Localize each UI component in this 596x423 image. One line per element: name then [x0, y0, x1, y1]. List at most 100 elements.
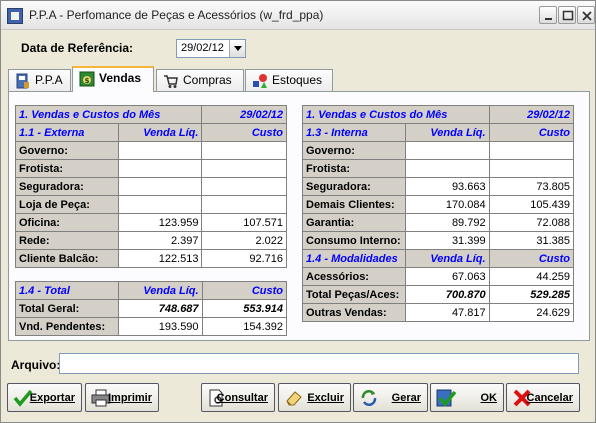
row-label: Cliente Balcão:	[15, 249, 119, 268]
reference-date-label: Data de Referência:	[21, 41, 134, 55]
section-label: 1.4 - Total	[15, 281, 119, 300]
table-row: Total Peças/Aces: 700.870 529.285	[302, 285, 575, 304]
row-label: Frotista:	[302, 159, 406, 178]
title-bar[interactable]: P.P.A - Perfomance de Peças e Acessórios…	[1, 1, 595, 30]
row-label: Demais Clientes:	[302, 195, 406, 214]
close-icon	[582, 11, 592, 21]
cancelar-button[interactable]: Cancelar	[506, 383, 580, 412]
custo-cell: 105.439	[488, 195, 575, 214]
venda-cell	[117, 177, 203, 196]
excluir-label: Excluir	[307, 392, 344, 404]
column-header-venda: Venda Líq.	[404, 249, 490, 268]
table-row: Governo:	[302, 141, 575, 160]
row-label: Consumo Interno:	[302, 231, 406, 250]
svg-text:$: $	[85, 77, 90, 85]
table-row: Governo:	[15, 141, 287, 160]
consultar-label: Consultar	[216, 392, 268, 404]
custo-cell: 72.088	[488, 213, 575, 232]
gerar-button[interactable]: Gerar	[353, 383, 428, 412]
gerar-label: Gerar	[391, 392, 421, 404]
venda-cell: 2.397	[117, 231, 203, 250]
row-label: Outras Vendas:	[302, 303, 406, 322]
column-header-custo: Custo	[488, 123, 575, 142]
refresh-icon	[361, 390, 377, 406]
venda-cell: 89.792	[404, 213, 490, 232]
ppa-icon	[16, 73, 29, 89]
maximize-button[interactable]	[558, 6, 576, 24]
table-row: Outras Vendas: 47.817 24.629	[302, 303, 575, 322]
table-row: Acessórios: 67.063 44.259	[302, 267, 575, 286]
arquivo-label: Arquivo:	[11, 358, 61, 372]
money-bag-icon: $	[79, 71, 95, 87]
row-label: Vnd. Pendentes:	[15, 317, 119, 336]
tab-estoques[interactable]: Estoques	[245, 69, 333, 91]
custo-cell	[201, 141, 287, 160]
venda-cell: 170.084	[404, 195, 490, 214]
custo-cell: 92.716	[201, 249, 287, 268]
venda-cell: 31.399	[404, 231, 490, 250]
close-button[interactable]	[577, 6, 595, 24]
arquivo-input[interactable]	[59, 353, 579, 374]
reference-date-dropdown[interactable]: 29/02/12	[176, 39, 246, 58]
table-row: Cliente Balcão: 122.513 92.716	[15, 249, 287, 268]
table-title: 1. Vendas e Custos do Mês	[14, 105, 203, 124]
main-window: P.P.A - Perfomance de Peças e Acessórios…	[0, 0, 596, 423]
section-label: 1.3 - Interna	[302, 123, 406, 142]
column-header-venda: Venda Líq.	[117, 123, 203, 142]
minimize-button[interactable]	[539, 6, 557, 24]
row-label: Oficina:	[15, 213, 119, 232]
checkmark-icon	[436, 389, 456, 407]
venda-cell: 700.870	[404, 285, 490, 304]
table-row: Seguradora:	[15, 177, 287, 196]
row-label: Governo:	[15, 141, 119, 160]
column-header-venda: Venda Líq.	[404, 123, 490, 142]
vendas-panel: 1. Vendas e Custos do Mês 29/02/12 1.1 -…	[8, 91, 590, 341]
consultar-button[interactable]: Consultar	[201, 383, 275, 412]
venda-cell	[117, 141, 203, 160]
reference-date-value: 29/02/12	[181, 42, 224, 54]
venda-cell	[117, 159, 203, 178]
eraser-icon	[286, 391, 302, 406]
maximize-icon	[562, 10, 574, 21]
exportar-label: Exportar	[29, 392, 75, 404]
imprimir-button[interactable]: Imprimir	[85, 383, 159, 412]
exportar-button[interactable]: Exportar	[7, 383, 82, 412]
custo-cell	[201, 159, 287, 178]
vendas-interna-table: 1. Vendas e Custos do Mês 29/02/12 1.3 -…	[302, 105, 575, 322]
chevron-down-icon[interactable]	[229, 40, 245, 57]
custo-cell: 2.022	[201, 231, 287, 250]
tab-compras[interactable]: Compras	[156, 69, 244, 91]
venda-cell: 122.513	[117, 249, 203, 268]
row-label: Loja de Peça:	[15, 195, 119, 214]
venda-cell	[404, 141, 490, 160]
table-row: Seguradora: 93.663 73.805	[302, 177, 575, 196]
cancelar-label: Cancelar	[526, 392, 573, 404]
excluir-button[interactable]: Excluir	[278, 383, 351, 412]
custo-cell	[201, 177, 287, 196]
app-icon	[7, 8, 23, 24]
minimize-icon	[545, 18, 552, 20]
vendas-externa-table: 1. Vendas e Custos do Mês 29/02/12 1.1 -…	[14, 105, 287, 268]
ok-label: OK	[480, 392, 498, 404]
table-row: Frotista:	[15, 159, 287, 178]
section-label: 1.4 - Modalidades	[302, 249, 406, 268]
venda-cell: 93.663	[404, 177, 490, 196]
table-row: Garantia: 89.792 72.088	[302, 213, 575, 232]
custo-cell	[488, 141, 575, 160]
column-header-custo: Custo	[201, 123, 287, 142]
row-label: Seguradora:	[302, 177, 406, 196]
venda-cell	[117, 195, 203, 214]
ok-button[interactable]: OK	[430, 383, 504, 412]
venda-cell: 193.590	[117, 317, 203, 336]
tab-ppa[interactable]: P.P.A	[8, 69, 71, 91]
column-header-custo: Custo	[201, 281, 288, 300]
tab-vendas[interactable]: $ Vendas	[72, 66, 154, 92]
table-row: Consumo Interno: 31.399 31.385	[302, 231, 575, 250]
row-label: Governo:	[302, 141, 406, 160]
tab-estoques-label: Estoques	[272, 73, 323, 87]
venda-cell: 67.063	[404, 267, 490, 286]
table-title: 1. Vendas e Custos do Mês	[302, 105, 490, 124]
custo-cell	[201, 195, 287, 214]
custo-cell	[488, 159, 575, 178]
section-label: 1.1 - Externa	[15, 123, 119, 142]
